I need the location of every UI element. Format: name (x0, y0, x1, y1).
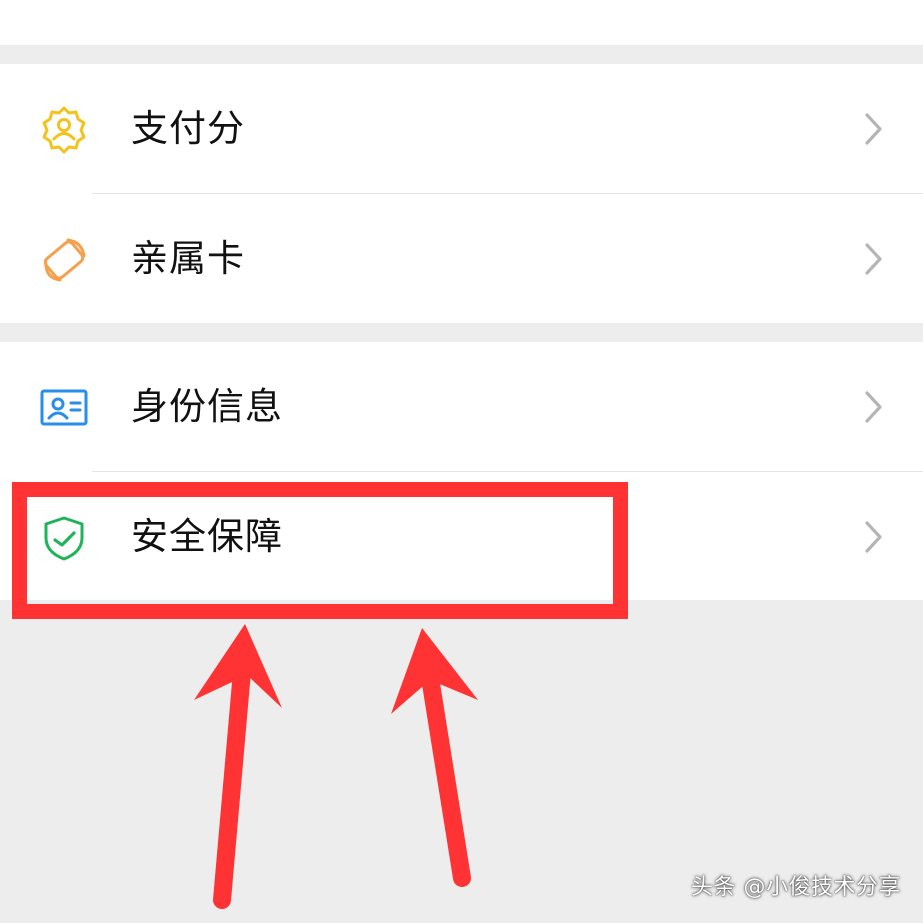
menu-item-label: 亲属卡 (131, 237, 245, 280)
menu-item-identity-info[interactable]: 身份信息 (0, 342, 923, 471)
menu-item-label: 身份信息 (131, 385, 283, 428)
previous-menu-group (0, 0, 923, 45)
id-card-icon (38, 382, 90, 434)
menu-group-payment: 支付分 亲属卡 (0, 64, 923, 323)
family-card-icon (38, 234, 90, 286)
chevron-right-icon (858, 240, 888, 278)
payment-score-badge-icon (38, 104, 90, 156)
highlight-box (12, 482, 628, 619)
menu-item-family-card[interactable]: 亲属卡 (0, 194, 923, 323)
menu-item-label: 支付分 (131, 107, 245, 150)
chevron-right-icon (858, 388, 888, 426)
menu-item-payment-score[interactable]: 支付分 (0, 64, 923, 193)
chevron-right-icon (858, 518, 888, 556)
pointer-arrow-left (194, 624, 282, 909)
watermark: 头条 @小俊技术分享 (691, 875, 901, 900)
chevron-right-icon (858, 110, 888, 148)
pointer-arrow-right (391, 628, 478, 887)
